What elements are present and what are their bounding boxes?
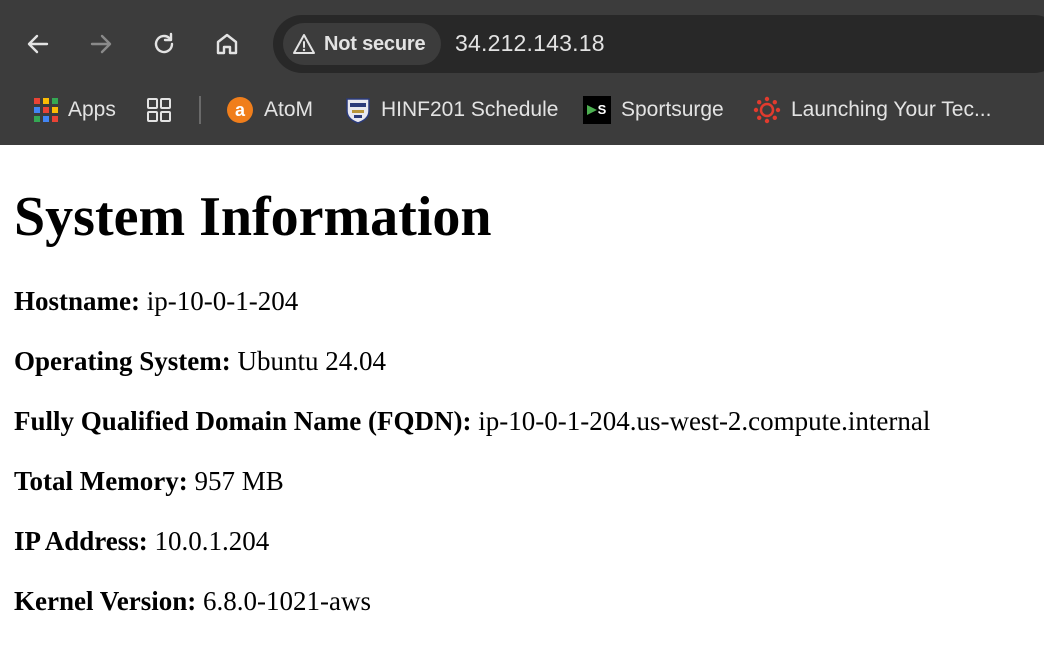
bookmark-label: HINF201 Schedule	[381, 98, 559, 121]
arrow-left-icon	[27, 34, 49, 54]
reload-icon	[154, 32, 174, 54]
info-row-total-memory: Total Memory: 957 MB	[14, 466, 284, 497]
bookmark-apps[interactable]: Apps	[34, 88, 116, 132]
info-row-fqdn: Fully Qualified Domain Name (FQDN): ip-1…	[14, 406, 930, 437]
info-value: ip-10-0-1-204.us-west-2.compute.internal	[471, 406, 931, 436]
home-icon	[216, 33, 238, 55]
tab-groups-icon	[147, 98, 171, 122]
info-row-operating-system: Operating System: Ubuntu 24.04	[14, 346, 386, 377]
page-title: System Information	[14, 186, 492, 248]
security-label: Not secure	[324, 32, 426, 55]
home-button[interactable]	[209, 26, 245, 62]
reload-button[interactable]	[146, 26, 182, 62]
info-value: ip-10-0-1-204	[139, 286, 299, 316]
forward-button[interactable]	[83, 26, 119, 62]
bookmarks-bar: Apps a AtoM HINF201 Schedule S Sportsurg…	[0, 88, 1044, 134]
bookmark-label: Launching Your Tec...	[791, 98, 992, 121]
sportsurge-logo-icon: S	[583, 96, 611, 124]
browser-chrome: Not secure 34.212.143.18 Apps a AtoM HIN…	[0, 0, 1044, 145]
info-value: 957 MB	[187, 466, 284, 496]
security-indicator[interactable]: Not secure	[283, 23, 441, 65]
bookmark-atom[interactable]: a AtoM	[226, 88, 313, 132]
info-value: Ubuntu 24.04	[230, 346, 386, 376]
bookmarks-separator	[199, 96, 201, 124]
svg-text:S: S	[598, 102, 607, 117]
arrow-right-icon	[90, 34, 112, 54]
apps-grid-icon	[34, 98, 58, 122]
info-value: 10.0.1.204	[147, 526, 270, 556]
browser-toolbar: Not secure 34.212.143.18	[0, 0, 1044, 88]
bookmark-hinf201-schedule[interactable]: HINF201 Schedule	[345, 88, 558, 132]
atom-logo-icon: a	[227, 97, 253, 123]
bookmark-label: Apps	[68, 98, 116, 121]
info-value: 6.8.0-1021-aws	[196, 586, 371, 616]
bookmark-label: AtoM	[264, 98, 314, 121]
bookmark-launching-your-tec[interactable]: Launching Your Tec...	[753, 88, 991, 132]
bookmark-sportsurge[interactable]: S Sportsurge	[583, 88, 724, 132]
info-key: Operating System:	[14, 346, 231, 376]
university-crest-icon	[346, 98, 370, 124]
url-text[interactable]: 34.212.143.18	[455, 30, 605, 57]
canvas-logo-icon	[753, 96, 781, 124]
back-button[interactable]	[20, 26, 56, 62]
address-bar[interactable]: Not secure 34.212.143.18	[273, 15, 1044, 73]
info-row-kernel-version: Kernel Version: 6.8.0-1021-aws	[14, 586, 371, 617]
warning-triangle-icon	[292, 32, 316, 56]
info-row-ip-address: IP Address: 10.0.1.204	[14, 526, 269, 557]
info-key: IP Address:	[14, 526, 148, 556]
info-key: Hostname:	[14, 286, 140, 316]
info-row-hostname: Hostname: ip-10-0-1-204	[14, 286, 298, 317]
info-key: Kernel Version:	[14, 586, 197, 616]
bookmark-label: Sportsurge	[621, 98, 724, 121]
bookmark-tab-groups[interactable]	[146, 88, 172, 132]
info-key: Total Memory:	[14, 466, 188, 496]
svg-text:a: a	[235, 100, 246, 120]
info-key: Fully Qualified Domain Name (FQDN):	[14, 406, 472, 436]
